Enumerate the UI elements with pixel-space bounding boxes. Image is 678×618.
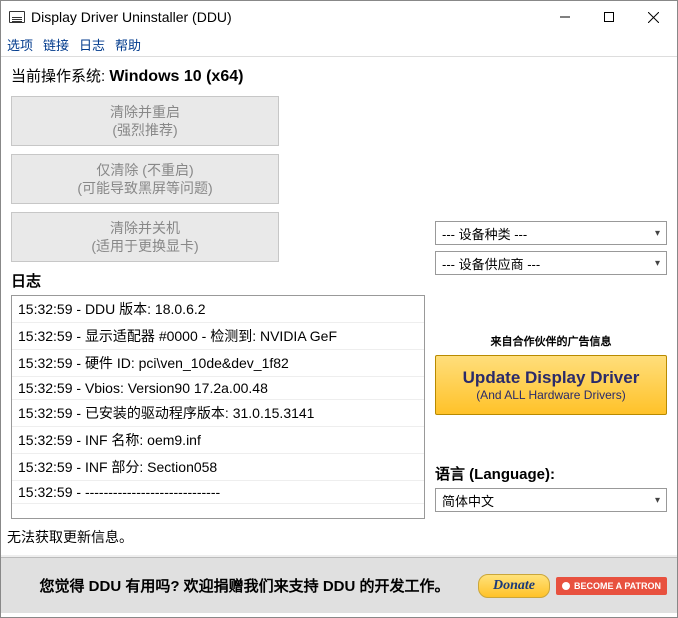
- donate-button[interactable]: Donate: [478, 574, 550, 598]
- chevron-down-icon: ▾: [655, 228, 660, 239]
- chevron-down-icon: ▾: [655, 258, 660, 269]
- donate-message: 您觉得 DDU 有用吗? 欢迎捐赠我们来支持 DDU 的开发工作。: [11, 575, 478, 596]
- clean-only-l1: 仅清除 (不重启): [96, 161, 193, 179]
- partner-label: 来自合作伙伴的广告信息: [435, 333, 667, 349]
- donate-bar: 您觉得 DDU 有用吗? 欢迎捐赠我们来支持 DDU 的开发工作。 Donate…: [1, 557, 677, 613]
- window-title: Display Driver Uninstaller (DDU): [31, 9, 543, 25]
- device-type-value: --- 设备种类 ---: [442, 224, 527, 243]
- app-icon: [9, 11, 25, 23]
- menubar: 选项 链接 日志 帮助: [1, 33, 677, 57]
- language-select[interactable]: 简体中文 ▾: [435, 488, 667, 512]
- clean-only-button[interactable]: 仅清除 (不重启) (可能导致黑屏等问题): [11, 154, 279, 204]
- clean-shutdown-button[interactable]: 清除并关机 (适用于更换显卡): [11, 212, 279, 262]
- os-value: Windows 10 (x64): [109, 68, 243, 85]
- clean-only-l2: (可能导致黑屏等问题): [77, 179, 212, 197]
- log-line[interactable]: 15:32:59 - Vbios: Version90 17.2a.00.48: [12, 377, 424, 400]
- patreon-icon: [562, 582, 570, 590]
- log-line[interactable]: 15:32:59 - DDU 版本: 18.0.6.2: [12, 296, 424, 323]
- patreon-label: BECOME A PATRON: [574, 581, 661, 591]
- log-header: 日志: [11, 270, 425, 291]
- clean-shutdown-l2: (适用于更换显卡): [91, 237, 198, 255]
- log-line[interactable]: 15:32:59 - 已安装的驱动程序版本: 31.0.15.3141: [12, 400, 424, 427]
- update-driver-l2: (And ALL Hardware Drivers): [442, 388, 660, 402]
- vendor-select[interactable]: --- 设备供应商 --- ▾: [435, 251, 667, 275]
- log-line[interactable]: 15:32:59 - -----------------------------: [12, 481, 424, 504]
- clean-restart-l1: 清除并重启: [110, 103, 180, 121]
- close-button[interactable]: [631, 3, 675, 31]
- update-driver-l1: Update Display Driver: [442, 368, 660, 388]
- log-line[interactable]: 15:32:59 - INF 名称: oem9.inf: [12, 427, 424, 454]
- log-line[interactable]: 15:32:59 - 硬件 ID: pci\ven_10de&dev_1f82: [12, 350, 424, 377]
- clean-restart-l2: (强烈推荐): [112, 121, 177, 139]
- log-box[interactable]: 15:32:59 - DDU 版本: 18.0.6.2 15:32:59 - 显…: [11, 295, 425, 519]
- chevron-down-icon: ▾: [655, 495, 660, 506]
- maximize-button[interactable]: [587, 3, 631, 31]
- minimize-button[interactable]: [543, 3, 587, 31]
- update-driver-button[interactable]: Update Display Driver (And ALL Hardware …: [435, 355, 667, 415]
- menu-log[interactable]: 日志: [79, 35, 105, 54]
- os-label: 当前操作系统:: [11, 68, 109, 85]
- menu-links[interactable]: 链接: [43, 35, 69, 54]
- log-line[interactable]: 15:32:59 - 显示适配器 #0000 - 检测到: NVIDIA GeF: [12, 323, 424, 350]
- log-line[interactable]: 15:32:59 - INF 部分: Section058: [12, 454, 424, 481]
- status-bar: 无法获取更新信息。: [1, 519, 677, 557]
- language-value: 简体中文: [442, 491, 494, 510]
- titlebar: Display Driver Uninstaller (DDU): [1, 1, 677, 33]
- clean-shutdown-l1: 清除并关机: [110, 219, 180, 237]
- clean-restart-button[interactable]: 清除并重启 (强烈推荐): [11, 96, 279, 146]
- menu-help[interactable]: 帮助: [115, 35, 141, 54]
- menu-options[interactable]: 选项: [7, 35, 33, 54]
- patreon-button[interactable]: BECOME A PATRON: [556, 577, 667, 595]
- language-label: 语言 (Language):: [435, 463, 667, 484]
- os-row: 当前操作系统: Windows 10 (x64): [11, 61, 425, 96]
- vendor-value: --- 设备供应商 ---: [442, 254, 540, 273]
- device-type-select[interactable]: --- 设备种类 --- ▾: [435, 221, 667, 245]
